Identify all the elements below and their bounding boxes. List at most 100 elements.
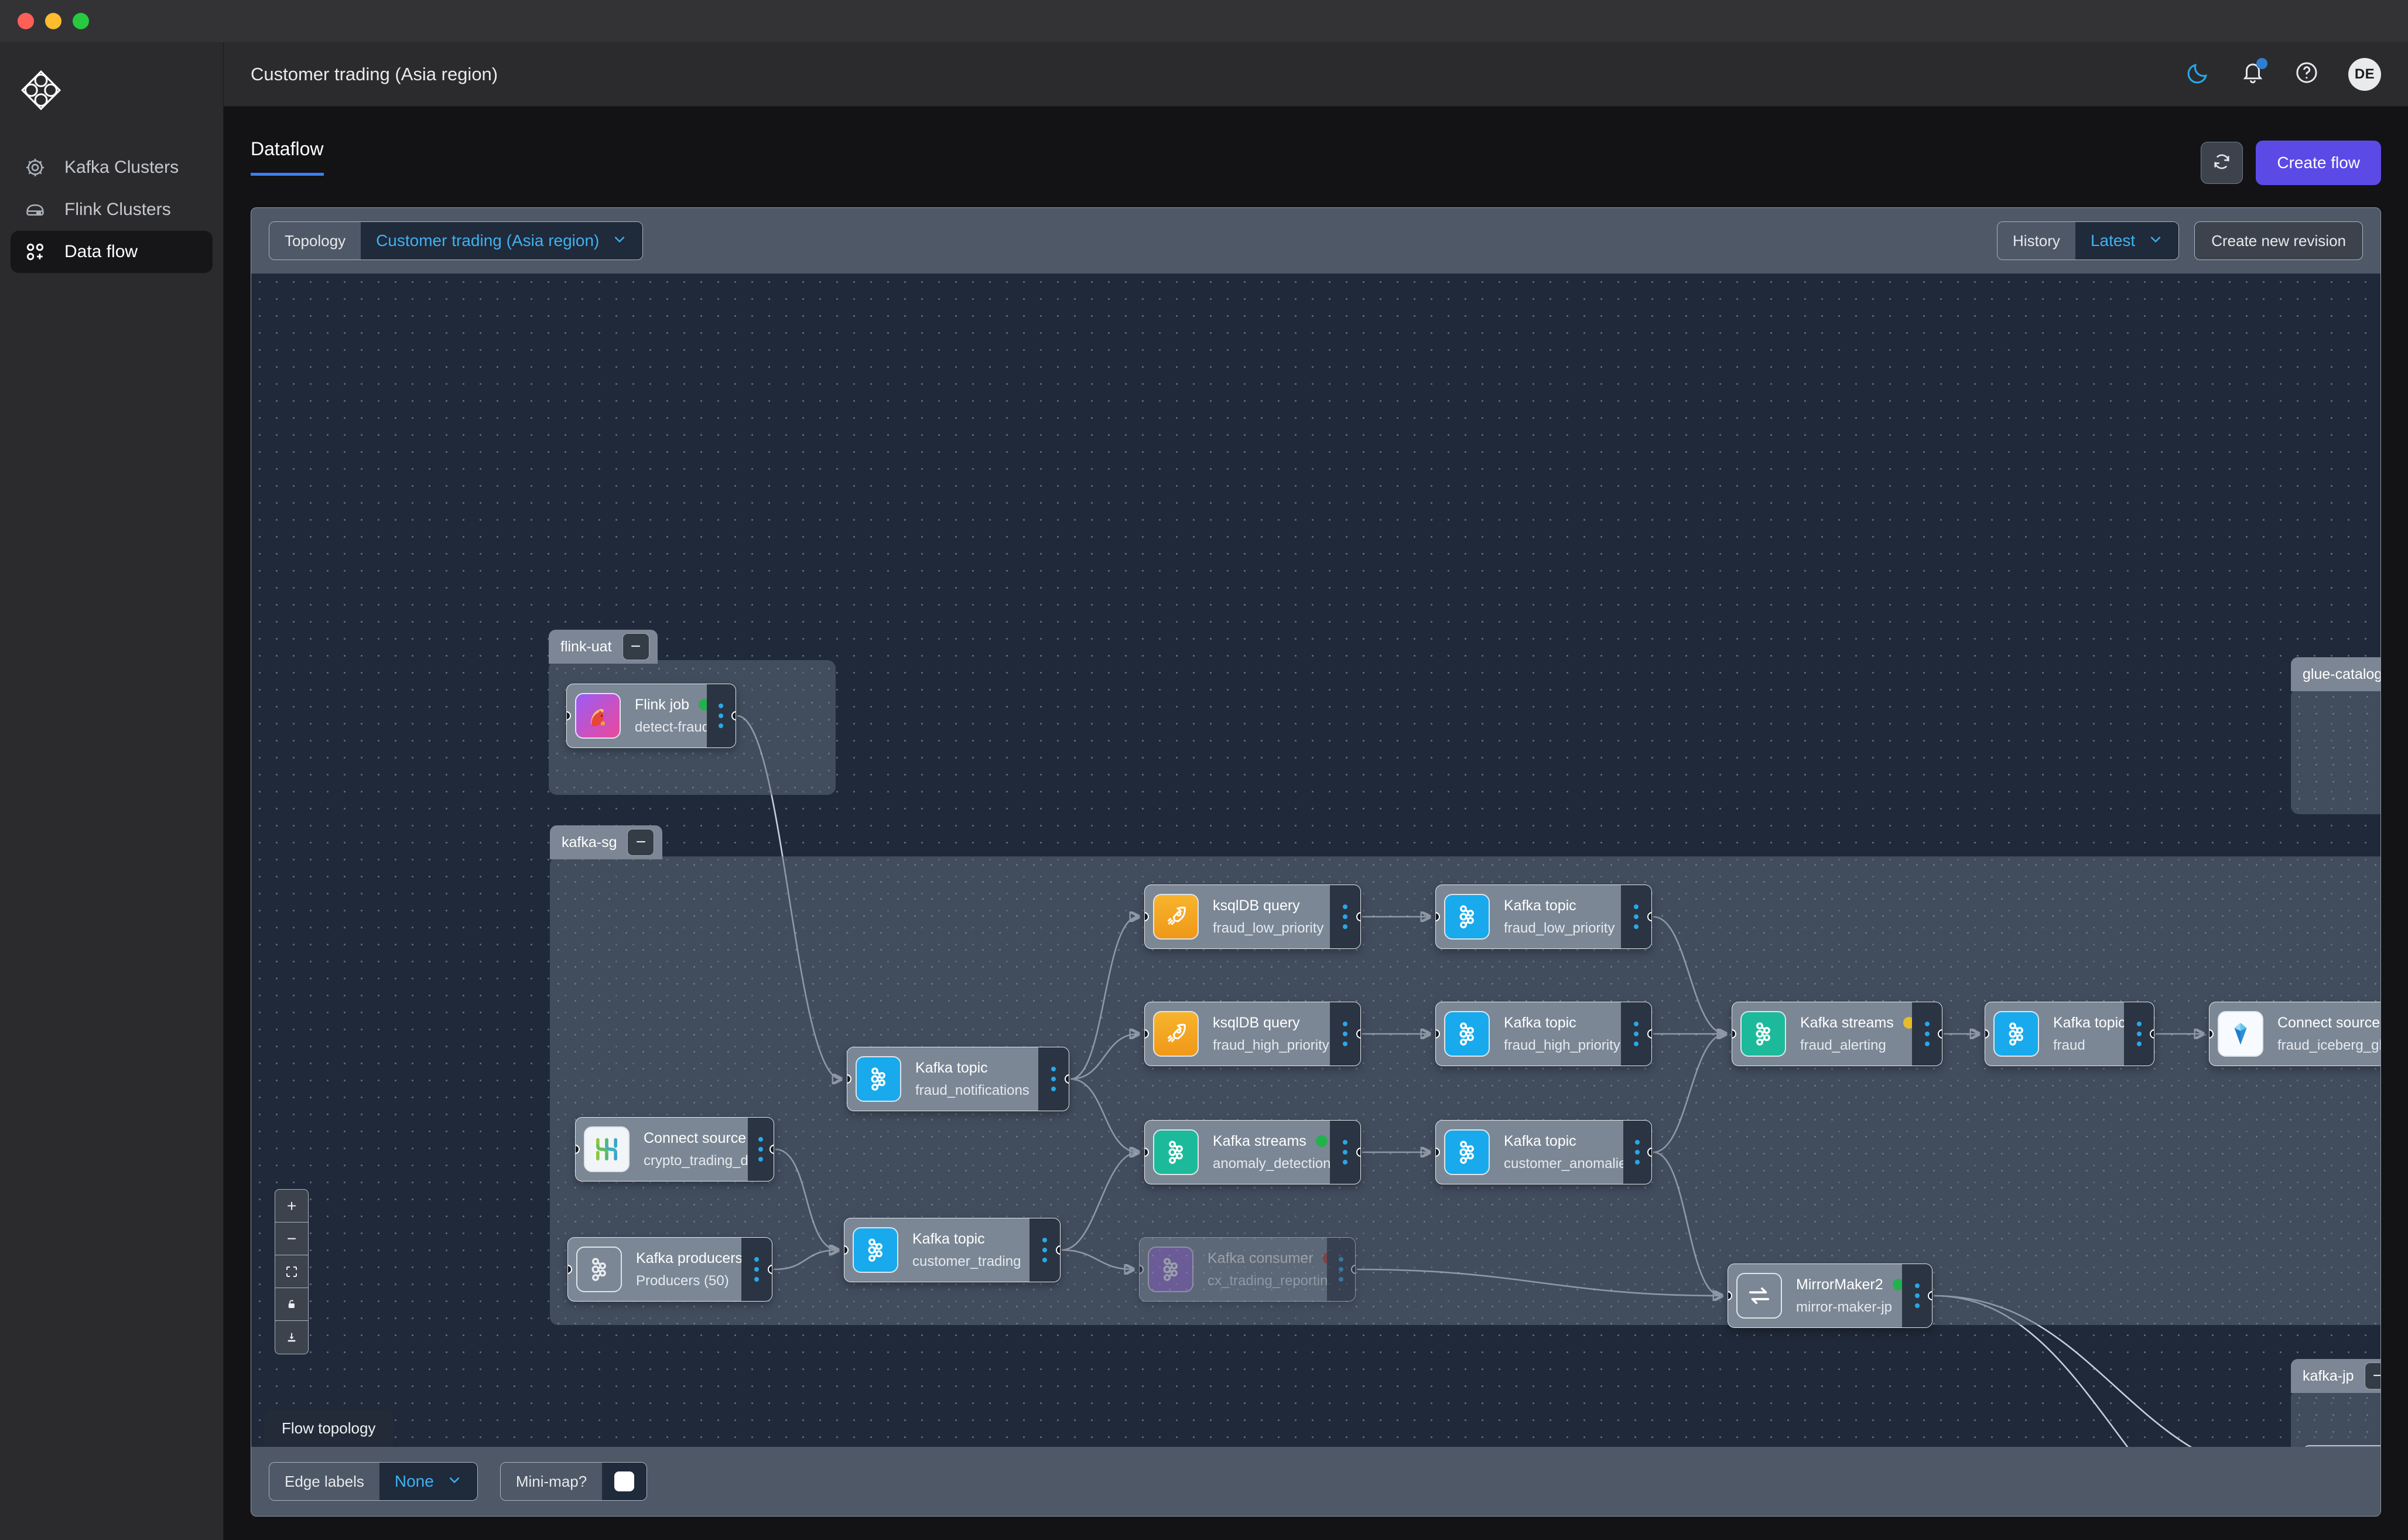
flow-node-streams-anomaly[interactable]: Kafka streamsanomaly_detection	[1144, 1120, 1361, 1184]
flow-node-kafka-producers[interactable]: Kafka producers Producers (50)	[567, 1237, 772, 1302]
flow-node-flink-job[interactable]: Flink jobdetect-fraud	[566, 684, 736, 748]
close-window-button[interactable]	[18, 13, 34, 29]
node-icon-wrapper	[1145, 885, 1199, 948]
edge-labels-dropdown[interactable]: None	[379, 1463, 477, 1500]
gear-icon	[23, 156, 47, 179]
node-name-label: fraud_high_priority	[1213, 1037, 1330, 1054]
flow-node-topic-fraud[interactable]: Kafka topicfraud	[1985, 1002, 2154, 1066]
create-flow-button[interactable]: Create flow	[2256, 141, 2381, 185]
app-logo[interactable]	[0, 68, 223, 146]
flow-node-topic-fraud-low[interactable]: Kafka topicfraud_low_priority	[1435, 885, 1652, 949]
flow-node-topic-fraud-high[interactable]: Kafka topicfraud_high_priority	[1435, 1002, 1652, 1066]
avatar[interactable]: DE	[2348, 58, 2381, 91]
node-icon-wrapper	[567, 684, 621, 747]
create-new-revision-button[interactable]: Create new revision	[2194, 221, 2363, 260]
node-type-row: Kafka topic	[1504, 897, 1621, 914]
minimap-checkbox[interactable]	[602, 1463, 647, 1500]
kafka-icon	[1444, 894, 1490, 940]
node-icon-wrapper	[1145, 1121, 1199, 1184]
collapse-group-button[interactable]: −	[622, 633, 649, 660]
collapse-group-button[interactable]: −	[627, 829, 654, 856]
node-type-label: Connect source	[2277, 1015, 2380, 1032]
sidebar-item-kafka-clusters[interactable]: Kafka Clusters	[11, 146, 213, 189]
group-header-kafka-jp[interactable]: kafka-jp−	[2291, 1359, 2380, 1393]
node-type-label: Kafka topic	[915, 1060, 988, 1077]
flow-panel: Topology Customer trading (Asia region) …	[251, 207, 2381, 1517]
node-type-row: Connect source	[2277, 1015, 2380, 1032]
edge-labels-label: Edge labels	[269, 1463, 379, 1500]
flow-node-connect-source-dbz[interactable]: Connect sourcecrypto_trading_dbz	[575, 1117, 774, 1182]
node-type-label: ksqlDB query	[1213, 1015, 1300, 1032]
node-icon-wrapper	[1728, 1264, 1782, 1327]
node-icon-wrapper	[1732, 1002, 1786, 1066]
history-value: Latest	[2091, 231, 2135, 250]
question-circle-icon[interactable]	[2294, 60, 2319, 88]
topology-selector[interactable]: Topology Customer trading (Asia region)	[269, 221, 643, 260]
maximize-window-button[interactable]	[73, 13, 89, 29]
node-icon-wrapper	[568, 1238, 622, 1301]
swap-arrows-icon	[1736, 1273, 1782, 1319]
group-container-kafka-jp[interactable]	[2291, 1389, 2380, 1447]
bell-icon[interactable]	[2241, 60, 2265, 88]
zoom-in-button[interactable]: +	[275, 1190, 308, 1223]
page-content: Dataflow Create flow	[224, 107, 2408, 1540]
node-type-row: Kafka producers	[636, 1250, 741, 1267]
node-body: Kafka topicfraud_notifications	[901, 1047, 1038, 1111]
group-header-kafka-sg[interactable]: kafka-sg−	[550, 825, 662, 859]
group-header-glue-catalog[interactable]: glue-catalog-us-east-1−	[2291, 657, 2380, 691]
zoom-out-button[interactable]: −	[275, 1223, 308, 1255]
sidebar-item-data-flow[interactable]: Data flow	[11, 231, 213, 273]
node-type-label: MirrorMaker2	[1796, 1276, 1883, 1293]
tab-dataflow[interactable]: Dataflow	[251, 138, 324, 176]
node-body: Kafka topicfraud	[2039, 1002, 2124, 1066]
minimap-toggle[interactable]: Mini-map?	[500, 1462, 647, 1501]
node-name-label: mirror-maker-jp	[1796, 1299, 1902, 1316]
node-type-label: ksqlDB query	[1213, 897, 1300, 914]
history-dropdown[interactable]: Latest	[2075, 222, 2178, 259]
kafka-icon	[1740, 1011, 1786, 1057]
history-selector[interactable]: History Latest	[1997, 221, 2179, 260]
flow-node-jp-topic-customer-anomalies[interactable]: Kafka topiccustomer_anomalies	[2303, 1445, 2380, 1447]
page-tabs: Dataflow Create flow	[251, 107, 2381, 185]
fit-view-button[interactable]	[275, 1255, 308, 1288]
node-icon-wrapper	[1140, 1238, 1193, 1301]
node-body: ksqlDB queryfraud_low_priority	[1199, 885, 1330, 948]
sidebar-item-label: Data flow	[64, 242, 138, 262]
flow-node-consumer-reporting[interactable]: Kafka consumercx_trading_reporting	[1139, 1237, 1356, 1302]
node-icon-wrapper	[2303, 1446, 2357, 1447]
topology-dropdown[interactable]: Customer trading (Asia region)	[361, 222, 642, 259]
node-name-label: customer_anomalies	[1504, 1156, 1623, 1172]
node-type-label: Kafka topic	[912, 1231, 985, 1248]
collapse-group-button[interactable]: −	[2365, 1363, 2380, 1389]
flow-node-streams-fraud-alerting[interactable]: Kafka streamsfraud_alerting	[1732, 1002, 1942, 1066]
sidebar-item-flink-clusters[interactable]: Flink Clusters	[11, 189, 213, 231]
flow-node-connect-source-glue[interactable]: Connect sourcefraud_iceberg_glue	[2209, 1002, 2380, 1066]
kafka-icon	[853, 1227, 898, 1273]
node-name-label: Producers (50)	[636, 1273, 741, 1289]
moon-icon[interactable]	[2185, 60, 2211, 88]
flow-node-mirrormaker2[interactable]: MirrorMaker2 mirror-maker-jp	[1728, 1264, 1932, 1328]
flow-bottom-bar: Edge labels None Mini-map?	[251, 1447, 2380, 1516]
download-button[interactable]	[275, 1321, 308, 1354]
group-header-flink-uat[interactable]: flink-uat−	[549, 630, 658, 664]
topology-label: Topology	[269, 222, 361, 259]
refresh-button[interactable]	[2201, 142, 2243, 184]
sidebar-item-label: Kafka Clusters	[64, 158, 179, 177]
node-icon-wrapper	[1436, 885, 1490, 948]
flow-node-topic-customer-anomalies[interactable]: Kafka topiccustomer_anomalies	[1435, 1120, 1652, 1184]
group-container-glue-catalog[interactable]	[2291, 688, 2380, 814]
flow-canvas[interactable]: flink-uat− glue-catalog-us-east-1− kafka-s…	[251, 274, 2380, 1447]
node-type-row: ksqlDB query	[1213, 897, 1330, 914]
node-type-row: Kafka streams	[1213, 1133, 1330, 1150]
lock-button[interactable]	[275, 1288, 308, 1321]
flow-node-ksql-low[interactable]: ksqlDB queryfraud_low_priority	[1144, 885, 1361, 949]
node-type-label: Kafka topic	[1504, 1015, 1576, 1032]
notification-badge	[2256, 58, 2267, 69]
flow-node-topic-fraud-notifications[interactable]: Kafka topicfraud_notifications	[847, 1047, 1069, 1111]
edge-labels-selector[interactable]: Edge labels None	[269, 1462, 478, 1501]
checkbox-square	[614, 1471, 634, 1491]
minimize-window-button[interactable]	[45, 13, 61, 29]
node-icon-wrapper	[1436, 1121, 1490, 1184]
flow-node-ksql-high[interactable]: ksqlDB query fraud_high_priority	[1144, 1002, 1361, 1066]
flow-node-topic-customer-trading[interactable]: Kafka topiccustomer_trading	[844, 1218, 1061, 1282]
